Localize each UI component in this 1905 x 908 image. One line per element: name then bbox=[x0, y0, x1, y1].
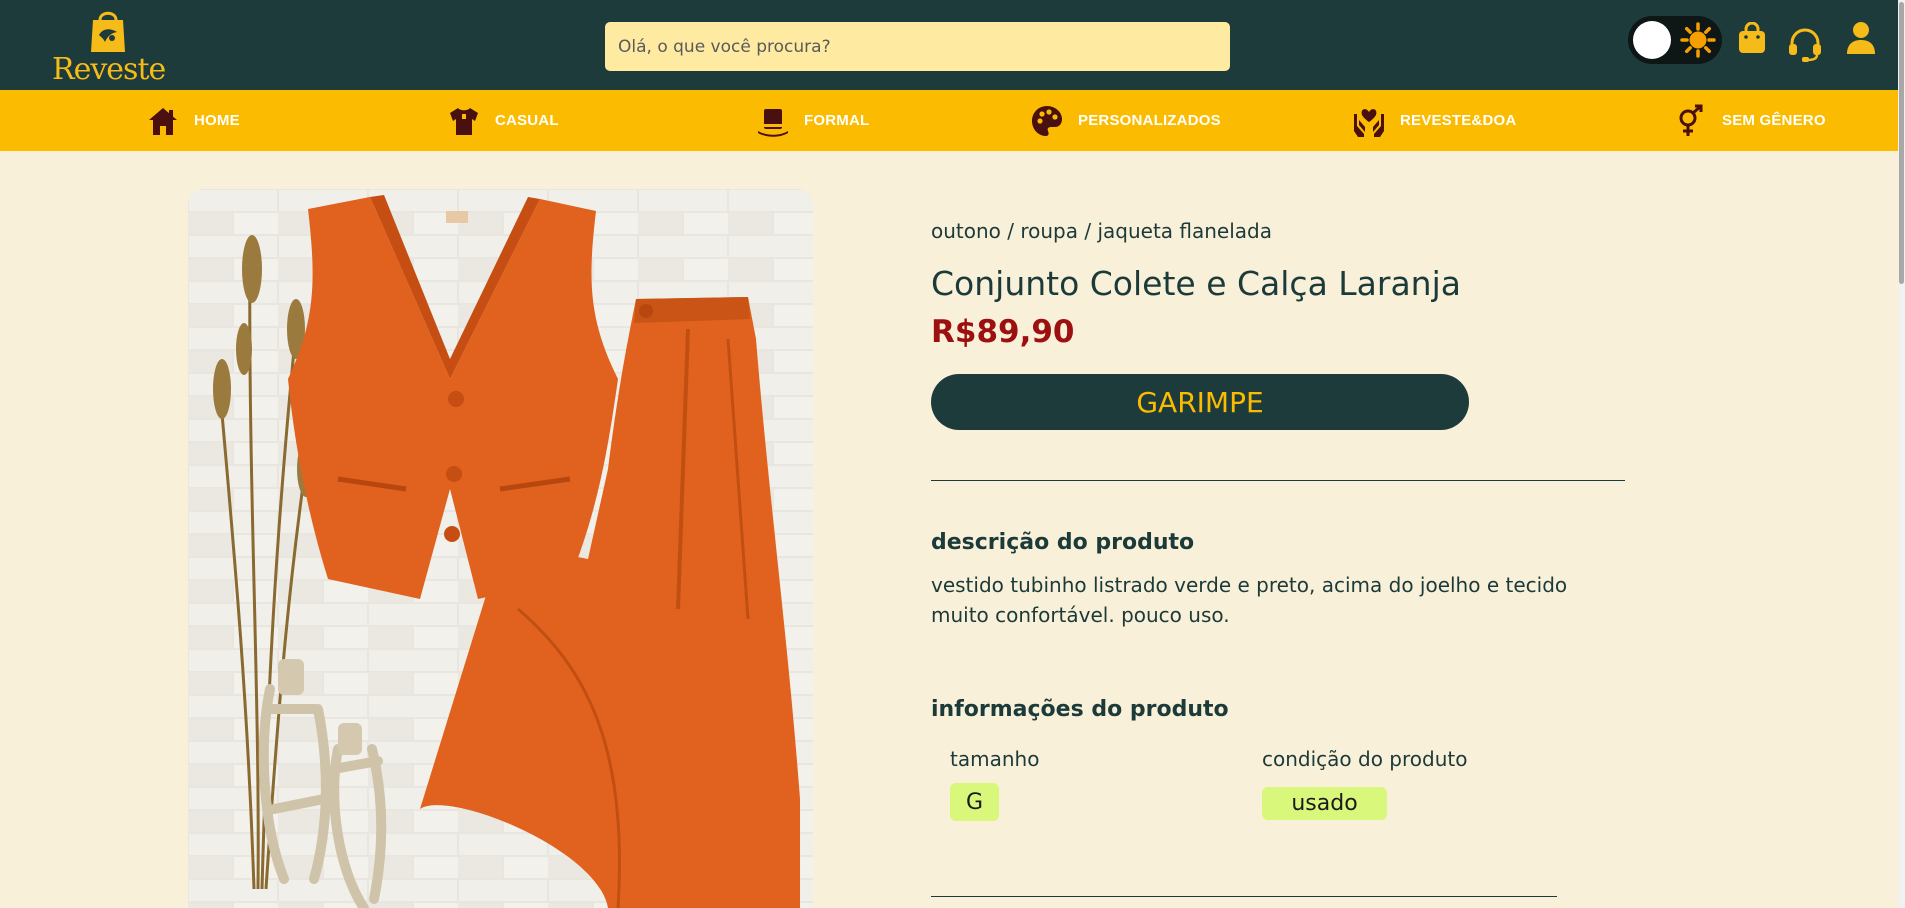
nav-item-revestedoa[interactable]: REVESTE&DOA bbox=[1352, 90, 1516, 151]
info-heading: informações do produto bbox=[931, 697, 1229, 722]
brand-logo[interactable]: Reveste bbox=[52, 8, 166, 87]
condition-badge: usado bbox=[1262, 787, 1387, 820]
product-photo-illustration bbox=[188, 189, 813, 908]
nav-label: REVESTE&DOA bbox=[1400, 112, 1517, 129]
size-label: tamanho bbox=[950, 747, 1040, 771]
hands-heart-icon bbox=[1352, 104, 1386, 138]
garimpe-button[interactable]: GARIMPE bbox=[931, 374, 1469, 430]
gender-icon bbox=[1674, 104, 1708, 138]
toggle-knob bbox=[1633, 21, 1671, 59]
divider bbox=[931, 480, 1625, 481]
nav-label: SEM GÊNERO bbox=[1722, 112, 1826, 129]
brand-name: Reveste bbox=[52, 52, 166, 87]
condition-label: condição do produto bbox=[1262, 747, 1468, 771]
shopping-bag-logo-icon bbox=[91, 11, 125, 52]
product-price: R$89,90 bbox=[931, 314, 1075, 350]
product-title: Conjunto Colete e Calça Laranja bbox=[931, 264, 1461, 303]
shopping-bag-icon[interactable] bbox=[1738, 22, 1766, 54]
nav-item-home[interactable]: HOME bbox=[146, 90, 240, 151]
nav-label: PERSONALIZADOS bbox=[1078, 112, 1221, 129]
divider bbox=[931, 896, 1557, 897]
user-account-icon[interactable] bbox=[1846, 21, 1876, 55]
scrollbar-thumb[interactable] bbox=[1899, 2, 1904, 284]
home-icon bbox=[146, 104, 180, 138]
search-input[interactable] bbox=[605, 22, 1230, 71]
nav-item-sem-genero[interactable]: SEM GÊNERO bbox=[1674, 90, 1826, 151]
nav-label: CASUAL bbox=[495, 112, 559, 129]
sun-icon bbox=[1680, 22, 1716, 58]
shirt-icon bbox=[447, 104, 481, 138]
top-header: Reveste bbox=[0, 0, 1898, 90]
nav-label: HOME bbox=[194, 112, 240, 129]
product-description: vestido tubinho listrado verde e preto, … bbox=[931, 573, 1568, 627]
size-badge: G bbox=[950, 783, 999, 821]
breadcrumb[interactable]: outono / roupa / jaqueta flanelada bbox=[931, 219, 1272, 243]
nav-item-formal[interactable]: FORMAL bbox=[756, 90, 869, 151]
top-hat-icon bbox=[756, 104, 790, 138]
category-nav: HOME CASUAL FORMAL PERSONALIZADOS REVEST… bbox=[0, 90, 1898, 151]
nav-item-personalizados[interactable]: PERSONALIZADOS bbox=[1030, 90, 1221, 151]
product-image bbox=[188, 189, 813, 908]
palette-icon bbox=[1030, 104, 1064, 138]
headset-support-icon[interactable] bbox=[1788, 28, 1822, 62]
theme-toggle[interactable] bbox=[1628, 16, 1722, 64]
nav-label: FORMAL bbox=[804, 112, 870, 129]
description-heading: descrição do produto bbox=[931, 530, 1195, 555]
nav-item-casual[interactable]: CASUAL bbox=[447, 90, 559, 151]
